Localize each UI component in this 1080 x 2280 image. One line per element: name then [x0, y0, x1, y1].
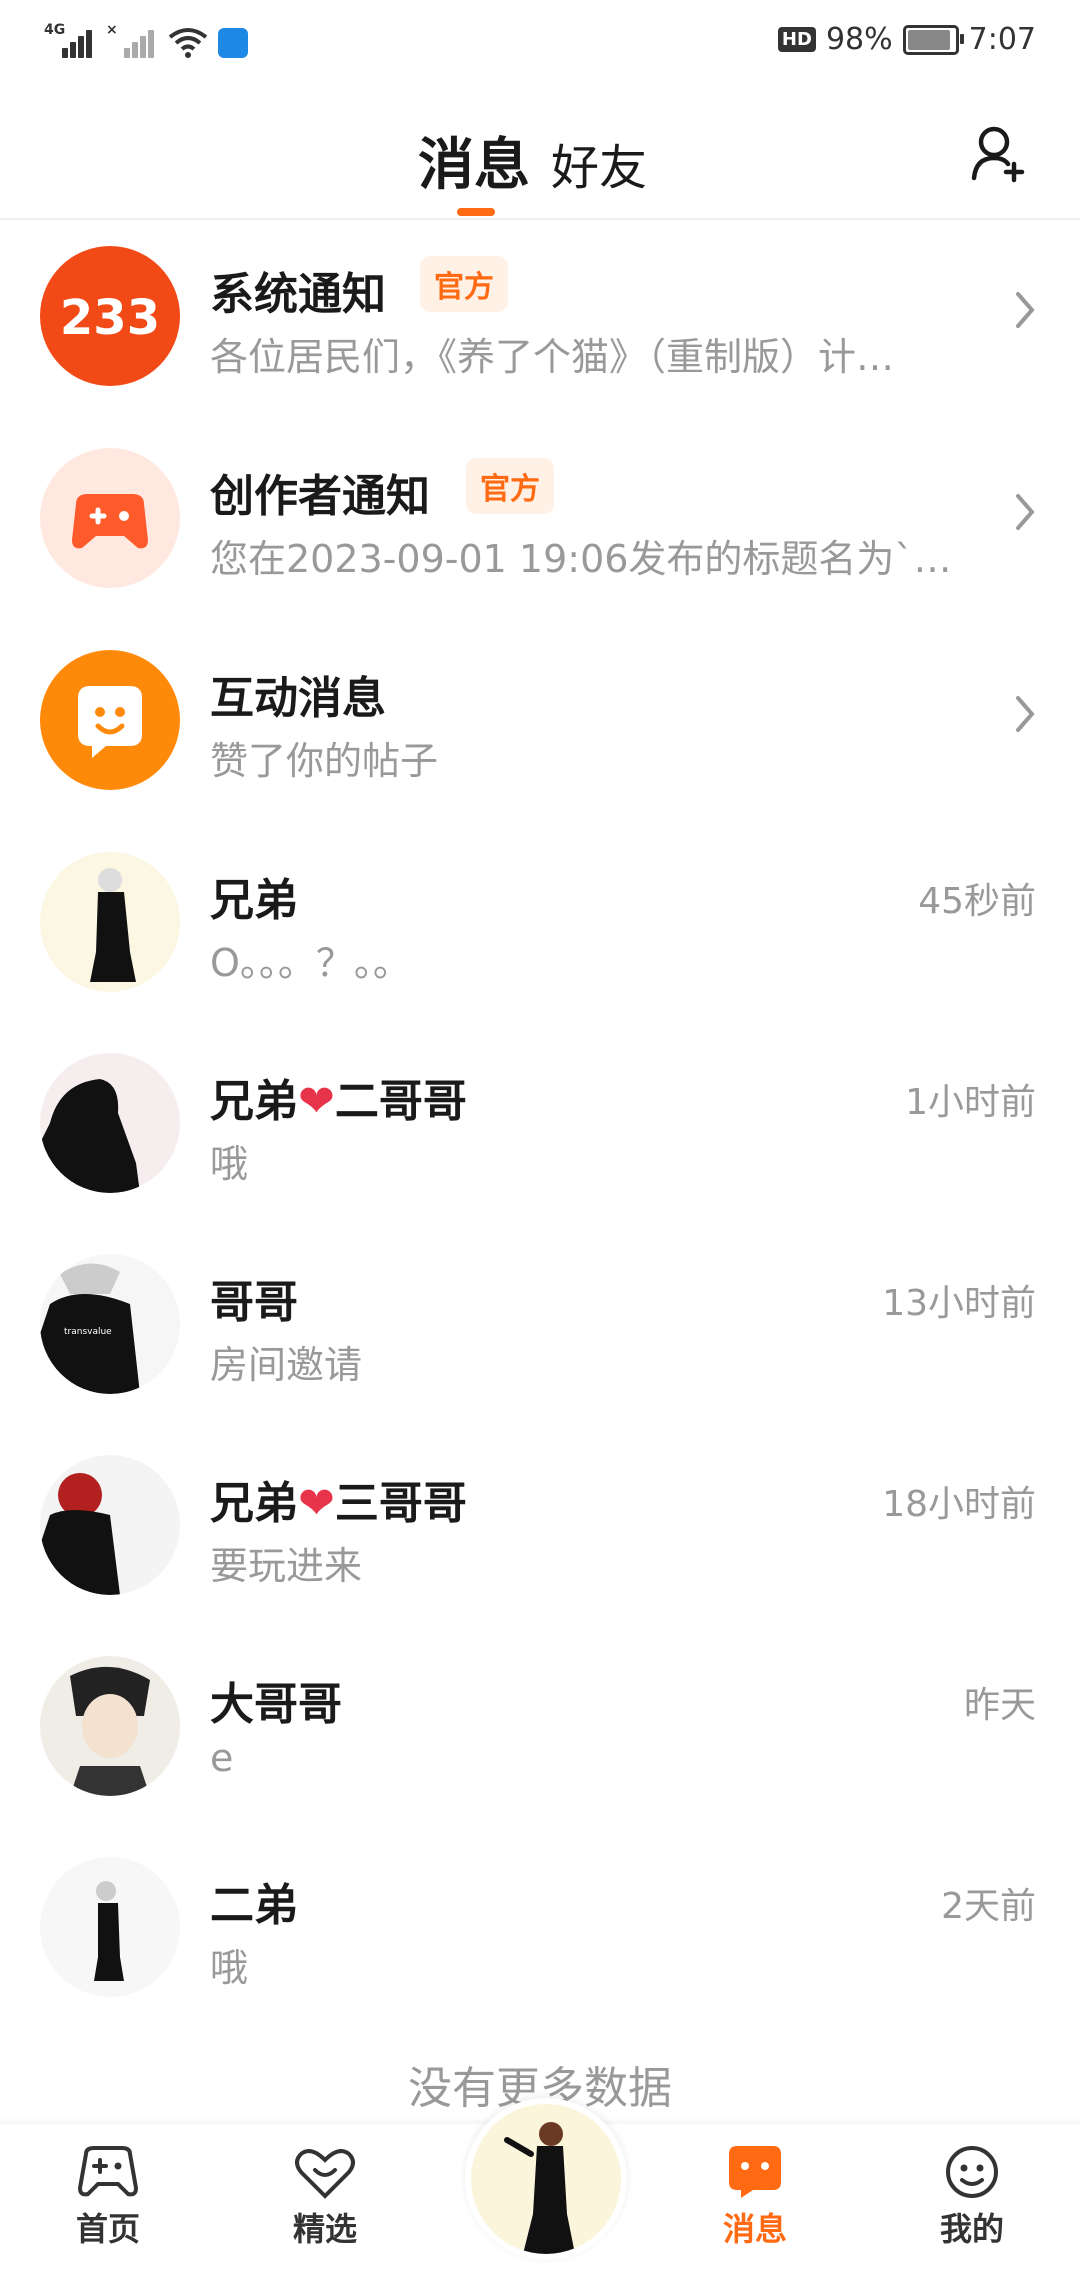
- 233-logo-icon: 233: [40, 246, 180, 386]
- list-item-interactions[interactable]: 互动消息 赞了你的帖子: [0, 622, 1080, 822]
- chat-row[interactable]: transvalue 哥哥 13小时前 房间邀请: [0, 1226, 1080, 1426]
- chat-time: 18小时前: [882, 1484, 1036, 1525]
- svg-text:233: 233: [60, 290, 160, 346]
- avatar: [40, 1857, 180, 1997]
- list-item-system-notice[interactable]: 233 系统通知 官方 各位居民们，《养了个猫》（重制版）计…: [0, 218, 1080, 418]
- nav-messages-label: 消息: [722, 2210, 787, 2248]
- chat-bubble-icon: [729, 2146, 781, 2198]
- chat-name: 二弟: [210, 1880, 298, 1931]
- nav-mine-label: 我的: [939, 2210, 1004, 2248]
- chat-row[interactable]: 兄弟 45秒前 O。。。？。。: [0, 824, 1080, 1024]
- smile-bubble-icon: [40, 650, 180, 790]
- tab-messages[interactable]: 消息: [418, 120, 530, 201]
- chat-time: 13小时前: [882, 1283, 1036, 1324]
- add-user-icon[interactable]: [970, 124, 1026, 184]
- nav-mine[interactable]: 我的: [902, 2144, 1042, 2250]
- clock: 7:07: [968, 22, 1036, 57]
- chat-time: 2天前: [941, 1886, 1036, 1927]
- top-header: 消息 好友: [0, 90, 1080, 220]
- heart-chat-icon: [295, 2149, 355, 2199]
- item-preview: 您在2023-09-01 19:06发布的标题名为`黑…: [210, 537, 970, 581]
- avatar: [40, 1455, 180, 1595]
- chat-name: 兄弟❤三哥哥: [210, 1478, 467, 1529]
- smiley-profile-icon: [946, 2146, 998, 2198]
- chevron-right-icon: [1016, 696, 1035, 732]
- chat-preview: 要玩进来: [210, 1544, 363, 1588]
- heart-icon: ❤: [298, 1478, 335, 1529]
- avatar: transvalue: [40, 1254, 180, 1394]
- tab-friends[interactable]: 好友: [551, 128, 647, 198]
- nav-featured[interactable]: 精选: [255, 2144, 395, 2250]
- chat-time: 45秒前: [918, 881, 1036, 922]
- avatar: [40, 1656, 180, 1796]
- chat-preview: 哦: [210, 1142, 249, 1186]
- chat-time: 昨天: [963, 1685, 1036, 1726]
- heart-icon: ❤: [298, 1076, 335, 1127]
- chat-name: 哥哥: [210, 1277, 298, 1328]
- nav-messages[interactable]: 消息: [685, 2144, 825, 2250]
- tab-indicator: [457, 208, 495, 216]
- battery-percent: 98%: [825, 22, 893, 57]
- item-preview: 各位居民们，《养了个猫》（重制版）计…: [210, 335, 895, 379]
- item-preview: 赞了你的帖子: [210, 739, 439, 783]
- status-bar: 4G × HD 98% 7:07: [0, 0, 1080, 90]
- item-title: 创作者通知: [210, 471, 430, 522]
- chat-preview: 哦: [210, 1946, 249, 1990]
- avatar: [40, 852, 180, 992]
- shield-app-icon: [218, 28, 248, 58]
- svg-text:transvalue: transvalue: [64, 1327, 112, 1337]
- nav-home[interactable]: 首页: [38, 2144, 178, 2250]
- hd-icon: HD: [777, 27, 816, 52]
- chat-name: 兄弟: [210, 875, 298, 926]
- avatar: [504, 2122, 575, 2254]
- chat-row[interactable]: 大哥哥 昨天 e: [0, 1628, 1080, 1828]
- cellular-signal-2-icon: ×: [106, 22, 158, 64]
- chat-name: 兄弟❤二哥哥: [210, 1076, 467, 1127]
- chat-row[interactable]: 二弟 2天前 哦: [0, 1829, 1080, 2029]
- chat-time: 1小时前: [905, 1082, 1036, 1123]
- cellular-signal-icon: 4G: [44, 22, 96, 64]
- item-title: 系统通知: [210, 269, 386, 320]
- chat-row[interactable]: 兄弟❤三哥哥 18小时前 要玩进来: [0, 1427, 1080, 1627]
- gamepad-icon: [77, 2146, 139, 2197]
- item-title: 互动消息: [210, 673, 386, 724]
- official-badge: 官方: [466, 458, 554, 514]
- nav-featured-label: 精选: [292, 2210, 357, 2248]
- avatar: [40, 1053, 180, 1193]
- chat-row[interactable]: 兄弟❤二哥哥 1小时前 哦: [0, 1025, 1080, 1225]
- gamepad-plus-icon: [40, 448, 180, 588]
- chevron-right-icon: [1016, 494, 1035, 530]
- chevron-right-icon: [1016, 292, 1035, 328]
- chat-preview: O。。。？。。: [210, 941, 411, 985]
- nav-home-label: 首页: [75, 2210, 140, 2248]
- official-badge: 官方: [420, 256, 508, 312]
- chat-name: 大哥哥: [210, 1679, 342, 1730]
- battery-icon: [902, 24, 964, 55]
- list-item-creator-notice[interactable]: 创作者通知 官方 您在2023-09-01 19:06发布的标题名为`黑…: [0, 420, 1080, 620]
- center-avatar-button[interactable]: [465, 2098, 627, 2260]
- chat-preview: 房间邀请: [210, 1343, 363, 1387]
- chat-preview: e: [210, 1736, 234, 1780]
- wifi-icon: [168, 28, 208, 58]
